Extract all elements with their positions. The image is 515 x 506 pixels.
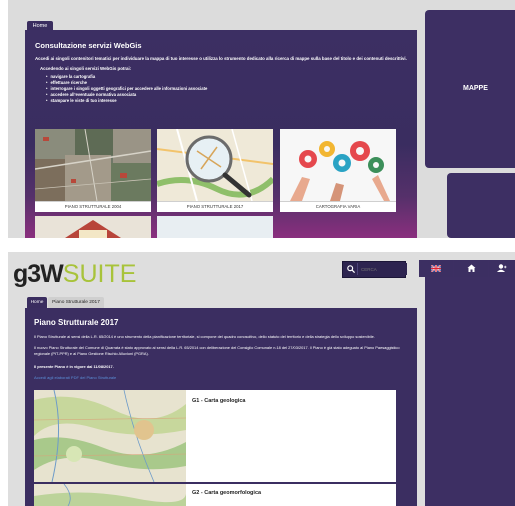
- login-button[interactable]: [489, 260, 515, 277]
- side-panel: [447, 173, 515, 238]
- g3w-suite-logo[interactable]: g3WSUITE: [13, 259, 136, 289]
- search-input[interactable]: [357, 263, 407, 275]
- gears-thumbnail: [280, 129, 396, 201]
- house-icon: [35, 216, 151, 238]
- tab-piano-strutturale-2017[interactable]: Piano Strutturale 2017: [48, 297, 104, 308]
- logo-main: g3W: [13, 260, 64, 288]
- card-house-thumbnail-partial[interactable]: [35, 216, 151, 238]
- tab-home[interactable]: Home: [27, 297, 47, 308]
- map-card-carta-geomorfologica[interactable]: G2 - Carta geomorfologica: [34, 484, 396, 506]
- card-label: CARTOGRAFIA VARIA: [280, 201, 396, 212]
- card-cartografia-varia[interactable]: CARTOGRAFIA VARIA: [280, 129, 396, 212]
- card-piano-strutturale-2017[interactable]: PIANO STRUTTURALE 2017: [157, 129, 273, 212]
- features-list: navigare la cartografia effettuare ricer…: [46, 74, 207, 104]
- user-login-icon: [497, 264, 507, 272]
- list-item: stampare le viste di tuo interesse: [46, 98, 207, 104]
- intro-text: Accedi ai singoli contenitori tematici p…: [35, 56, 407, 61]
- page-title: Piano Strutturale 2017: [34, 318, 119, 327]
- map-magnifier-thumbnail: [157, 129, 273, 201]
- side-panel: [425, 260, 515, 506]
- page-title: Consultazione servizi WebGis: [35, 41, 142, 50]
- search-box: [342, 261, 407, 278]
- language-button[interactable]: [419, 260, 453, 277]
- home-button[interactable]: [454, 260, 488, 277]
- map-card-carta-geologica[interactable]: G1 - Carta geologica: [34, 390, 396, 482]
- card-label: PIANO STRUTTURALE 2017: [157, 201, 273, 212]
- piano-strutturale-screenshot: g3WSUITE Home Piano Strutturale 2017 Pia…: [8, 252, 515, 506]
- features-heading: Accedendo ai singoli servizi WebGis potr…: [40, 66, 132, 71]
- logo-suite: SUITE: [62, 260, 137, 288]
- card-label: PIANO STRUTTURALE 2004: [35, 201, 151, 212]
- validity-text: Il presente Piano è in vigore dal 11/08/…: [34, 364, 114, 369]
- home-icon: [467, 264, 475, 272]
- search-icon[interactable]: [347, 265, 356, 274]
- card-thumbnail-partial[interactable]: [157, 216, 273, 238]
- uk-flag-icon: [430, 264, 442, 273]
- geomorphological-map-thumbnail: [34, 484, 186, 506]
- card-piano-strutturale-2004[interactable]: PIANO STRUTTURALE 2004: [35, 129, 151, 212]
- geological-map-thumbnail: [34, 390, 186, 482]
- description-paragraph: Il nuovo Piano Strutturale del Comune di…: [34, 345, 400, 356]
- aerial-photo-thumbnail: [35, 129, 151, 201]
- map-card-title: G2 - Carta geomorfologica: [192, 490, 262, 496]
- webgis-overview-screenshot: Home Consultazione servizi WebGis Accedi…: [8, 0, 515, 238]
- pdf-documents-link[interactable]: Accedi agli elaborati PDF del Piano Stru…: [34, 375, 116, 380]
- description-paragraph: Il Piano Strutturale ai sensi della L.R.…: [34, 334, 375, 339]
- mappe-label: MAPPE: [463, 85, 488, 92]
- map-card-title: G1 - Carta geologica: [192, 398, 246, 404]
